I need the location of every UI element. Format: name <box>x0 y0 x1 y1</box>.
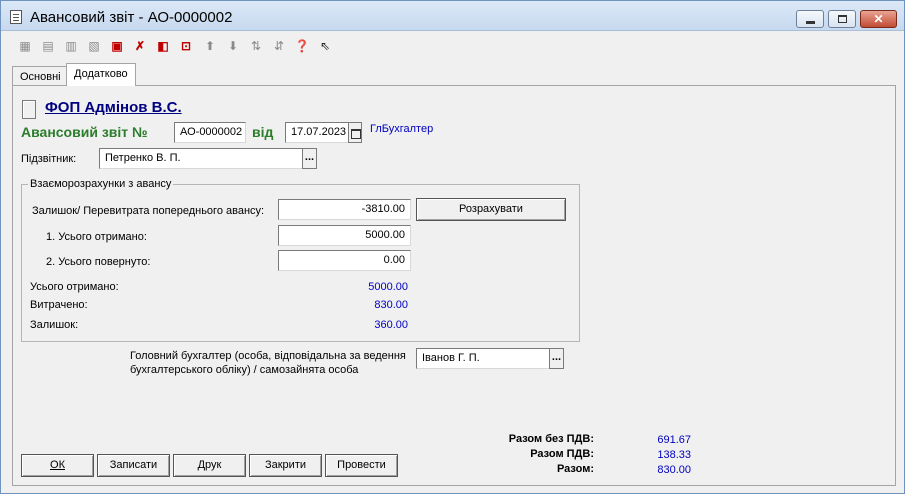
frame-icon[interactable]: ⊡ <box>178 38 194 54</box>
company-link[interactable]: ФОП Адмінов В.С. <box>45 99 182 116</box>
dk-icon[interactable]: ✗ <box>132 38 148 54</box>
returned-field[interactable]: 0.00 <box>278 250 411 271</box>
returned-label: 2. Усього повернуто: <box>46 256 151 268</box>
save-button[interactable]: Записати <box>97 454 170 477</box>
minimize-icon <box>806 21 815 24</box>
reporter-label: Підзвітник: <box>21 153 77 165</box>
toolbar: ▦ ▤ ▥ ▧ ▣ ✗ ◧ ⊡ ⬆ ⬇ ⇅ ⇵ ❓ ⇖ <box>1 32 904 60</box>
sort-ascending-icon[interactable]: ⇅ <box>248 38 264 54</box>
help-icon[interactable]: ❓ <box>294 38 310 54</box>
copy-row-icon[interactable]: ▧ <box>86 38 102 54</box>
document-edit-icon[interactable]: ◧ <box>155 38 171 54</box>
doc-number-field[interactable]: АО-0000002 <box>174 122 246 143</box>
accountant-select-button[interactable]: ... <box>549 348 564 369</box>
sort-descending-icon[interactable]: ⇵ <box>271 38 287 54</box>
post-button[interactable]: Провести <box>325 454 398 477</box>
doc-label: Авансовий звіт № <box>21 124 148 140</box>
close-icon: ✕ <box>873 12 884 26</box>
tab-additional[interactable]: Додатково <box>66 63 136 86</box>
company-select-button[interactable] <box>22 100 36 119</box>
total-received-value: 5000.00 <box>368 281 408 293</box>
calculate-button[interactable]: Розрахувати <box>416 198 566 221</box>
close-button[interactable]: Закрити <box>249 454 322 477</box>
close-window-button[interactable]: ✕ <box>860 10 897 28</box>
prev-balance-field[interactable]: -3810.00 <box>278 199 411 220</box>
reporter-select-button[interactable]: ... <box>302 148 317 169</box>
prev-balance-label: Залишок/ Перевитрата попереднього авансу… <box>32 205 265 217</box>
ok-button[interactable]: ОК <box>21 454 94 477</box>
accountant-label-line1: Головний бухгалтер (особа, відповідальна… <box>130 350 406 362</box>
calendar-icon[interactable] <box>348 122 362 143</box>
remainder-label: Залишок: <box>30 319 79 331</box>
total-vat-label: Разом ПДВ: <box>530 448 594 460</box>
insert-row-icon[interactable]: ▤ <box>40 38 56 54</box>
accountant-label-line2: бухгалтерського обліку) / самозайнята ос… <box>130 364 359 376</box>
red-doc-icon[interactable]: ▣ <box>109 38 125 54</box>
role-link[interactable]: ГлБухгалтер <box>370 123 433 135</box>
tab-panel: ФОП Адмінов В.С. Авансовий звіт № АО-000… <box>12 85 896 486</box>
total-label: Разом: <box>556 463 594 475</box>
settlements-legend: Взаєморозрахунки з авансу <box>28 178 174 190</box>
window-title: Авансовий звіт - АО-0000002 <box>30 9 233 26</box>
accountant-field[interactable]: Іванов Г. П. <box>416 348 550 369</box>
title-bar: Авансовий звіт - АО-0000002 ✕ <box>1 1 904 31</box>
reporter-field[interactable]: Петренко В. П. <box>99 148 303 169</box>
total-value: 830.00 <box>657 464 691 476</box>
context-help-icon[interactable]: ⇖ <box>317 38 333 54</box>
print-button[interactable]: Друк <box>173 454 246 477</box>
total-without-vat-label: Разом без ПДВ: <box>508 433 594 445</box>
spent-label: Витрачено: <box>30 299 88 311</box>
date-label: від <box>252 124 274 140</box>
total-without-vat-value: 691.67 <box>657 434 691 446</box>
total-vat-value: 138.33 <box>657 449 691 461</box>
spent-value: 830.00 <box>374 299 408 311</box>
remainder-value: 360.00 <box>374 319 408 331</box>
move-up-icon[interactable]: ⬆ <box>202 38 218 54</box>
minimize-button[interactable] <box>796 10 824 28</box>
maximize-icon <box>838 15 847 23</box>
received-field[interactable]: 5000.00 <box>278 225 411 246</box>
total-received-label: Усього отримано: <box>30 281 119 293</box>
date-field[interactable]: 17.07.2023 <box>285 122 349 143</box>
add-row-icon[interactable]: ▦ <box>17 38 33 54</box>
move-down-icon[interactable]: ⬇ <box>225 38 241 54</box>
maximize-button[interactable] <box>828 10 856 28</box>
document-icon <box>10 10 22 24</box>
delete-row-icon[interactable]: ▥ <box>63 38 79 54</box>
received-label: 1. Усього отримано: <box>46 231 147 243</box>
document-window: Авансовий звіт - АО-0000002 ✕ ▦ ▤ ▥ ▧ ▣ … <box>0 0 905 494</box>
tab-main[interactable]: Основні <box>12 66 69 86</box>
